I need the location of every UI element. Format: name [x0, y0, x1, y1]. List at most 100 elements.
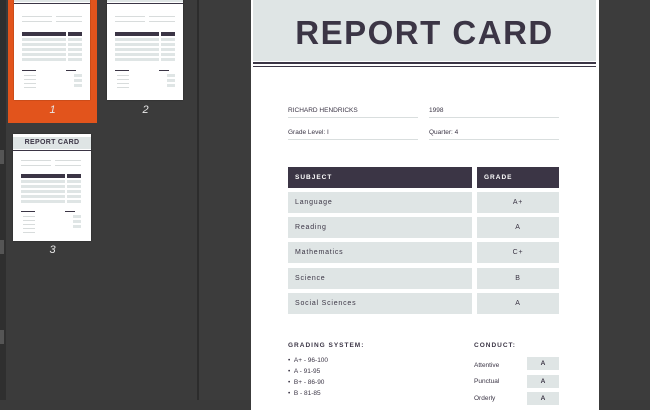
edge-marker — [0, 330, 4, 344]
thumbnail-conduct-box — [73, 220, 81, 223]
thumbnail-table-header — [161, 32, 175, 36]
thumbnail-line — [21, 211, 35, 212]
thumbnail-table-row — [161, 38, 175, 41]
thumbnail-line — [55, 160, 81, 161]
thumbnail-line — [23, 228, 35, 229]
subject-cell: Language — [288, 192, 472, 213]
thumbnail-title: REPORT CARD — [13, 137, 91, 149]
thumbnail-table-row — [67, 200, 81, 203]
subject-column-header: SUBJECT — [288, 167, 472, 188]
grading-item: • B - 81-85 — [288, 390, 321, 397]
conduct-label: Punctual — [474, 378, 500, 385]
thumbnail-line — [115, 70, 129, 71]
thumbnail-table-header — [68, 32, 82, 36]
grading-item: • A+ - 96-100 — [288, 357, 329, 364]
thumbnail-table-row — [68, 48, 82, 51]
thumbnail-table-header — [115, 32, 159, 36]
grading-item-text: A - 91-95 — [293, 368, 321, 375]
thumbnail-table-row — [68, 58, 82, 61]
thumbnail-table-row — [68, 53, 82, 56]
thumbnail-line — [21, 160, 51, 161]
thumbnail-table-row — [21, 190, 65, 193]
page-thumbnail-2[interactable]: REPORT CARD — [101, 0, 190, 123]
thumbnail-line — [149, 16, 175, 17]
thumbnail-line — [65, 211, 75, 212]
edge-marker — [0, 150, 4, 164]
field-underline — [429, 117, 559, 118]
thumbnail-table-row — [115, 58, 159, 61]
page-thumbnail-1[interactable]: REPORT CARD — [8, 0, 97, 123]
thumbnail-table-row — [22, 38, 66, 41]
thumbnail-table-row — [161, 43, 175, 46]
thumbnail-table-row — [115, 53, 159, 56]
thumbnail-table-row — [67, 185, 81, 188]
thumbnail-line — [55, 165, 81, 166]
thumbnail-table-row — [21, 200, 65, 203]
thumbnail-table-row — [21, 195, 65, 198]
thumbnail-line — [149, 21, 175, 22]
subject-cell: Science — [288, 268, 472, 289]
thumbnail-line — [117, 83, 129, 84]
grade-level-field: Grade Level: I — [288, 129, 329, 136]
thumbnail-table-row — [115, 48, 159, 51]
subject-cell: Social Sciences — [288, 293, 472, 314]
document-header-band: REPORT CARD — [253, 0, 596, 61]
student-name: RICHARD HENDRICKS — [288, 107, 358, 114]
thumbnail-line — [22, 21, 52, 22]
thumbnail-line — [117, 79, 129, 80]
subject-cell: Mathematics — [288, 242, 472, 263]
page-number-label: 3 — [49, 244, 56, 256]
thumbnail-conduct-box — [167, 84, 175, 87]
thumbnail-table-row — [115, 43, 159, 46]
field-underline — [288, 139, 418, 140]
thumbnail-table-row — [68, 38, 82, 41]
grading-item-text: B - 81-85 — [293, 390, 321, 397]
thumbnail-line — [56, 16, 82, 17]
header-rule — [253, 62, 596, 64]
thumbnail-table-row — [22, 58, 66, 61]
thumbnail-conduct-box — [74, 74, 82, 77]
page-thumbnails-pane[interactable]: REPORT CARD — [6, 0, 197, 400]
thumbnail-line — [115, 16, 145, 17]
conduct-heading: CONDUCT: — [474, 342, 516, 349]
thumbnail-table-header — [67, 174, 81, 178]
conduct-label: Orderly — [474, 395, 496, 402]
thumbnail-table-row — [21, 180, 65, 183]
thumbnail-line — [23, 216, 35, 217]
edge-marker — [0, 240, 4, 254]
thumbnail-table-row — [161, 53, 175, 56]
thumbnail-table-row — [22, 48, 66, 51]
thumbnail-line — [115, 21, 145, 22]
thumbnail-rule — [107, 3, 183, 4]
grade-cell: A+ — [477, 192, 559, 213]
thumbnail-table-row — [21, 185, 65, 188]
thumbnail-page-preview: REPORT CARD — [107, 0, 183, 100]
header-rule — [253, 66, 596, 67]
thumbnail-line — [24, 75, 36, 76]
grading-item: • A - 91-95 — [288, 368, 321, 375]
thumbnail-table-row — [161, 48, 175, 51]
thumbnail-table-header — [21, 174, 65, 178]
thumbnail-conduct-box — [73, 225, 81, 228]
thumbnail-table-row — [68, 43, 82, 46]
conduct-value: A — [527, 375, 559, 388]
thumbnail-title: REPORT CARD — [14, 0, 90, 2]
grade-cell: C+ — [477, 242, 559, 263]
subject-cell: Reading — [288, 217, 472, 238]
conduct-value: A — [527, 357, 559, 370]
field-underline — [429, 139, 559, 140]
thumbnail-table-row — [67, 190, 81, 193]
thumbnail-line — [22, 16, 52, 17]
thumbnail-line — [24, 87, 36, 88]
thumbnail-line — [117, 75, 129, 76]
thumbnail-line — [24, 79, 36, 80]
conduct-value: A — [527, 392, 559, 405]
page-thumbnail-3[interactable]: REPORT CARD 3 — [8, 128, 97, 260]
thumbnail-line — [24, 83, 36, 84]
thumbnail-line — [66, 70, 76, 71]
thumbnail-title: REPORT CARD — [107, 0, 183, 2]
thumbnail-conduct-box — [74, 84, 82, 87]
quarter-field: Quarter: 4 — [429, 129, 459, 136]
page-number-label: 2 — [142, 104, 149, 116]
thumbnail-line — [23, 224, 35, 225]
